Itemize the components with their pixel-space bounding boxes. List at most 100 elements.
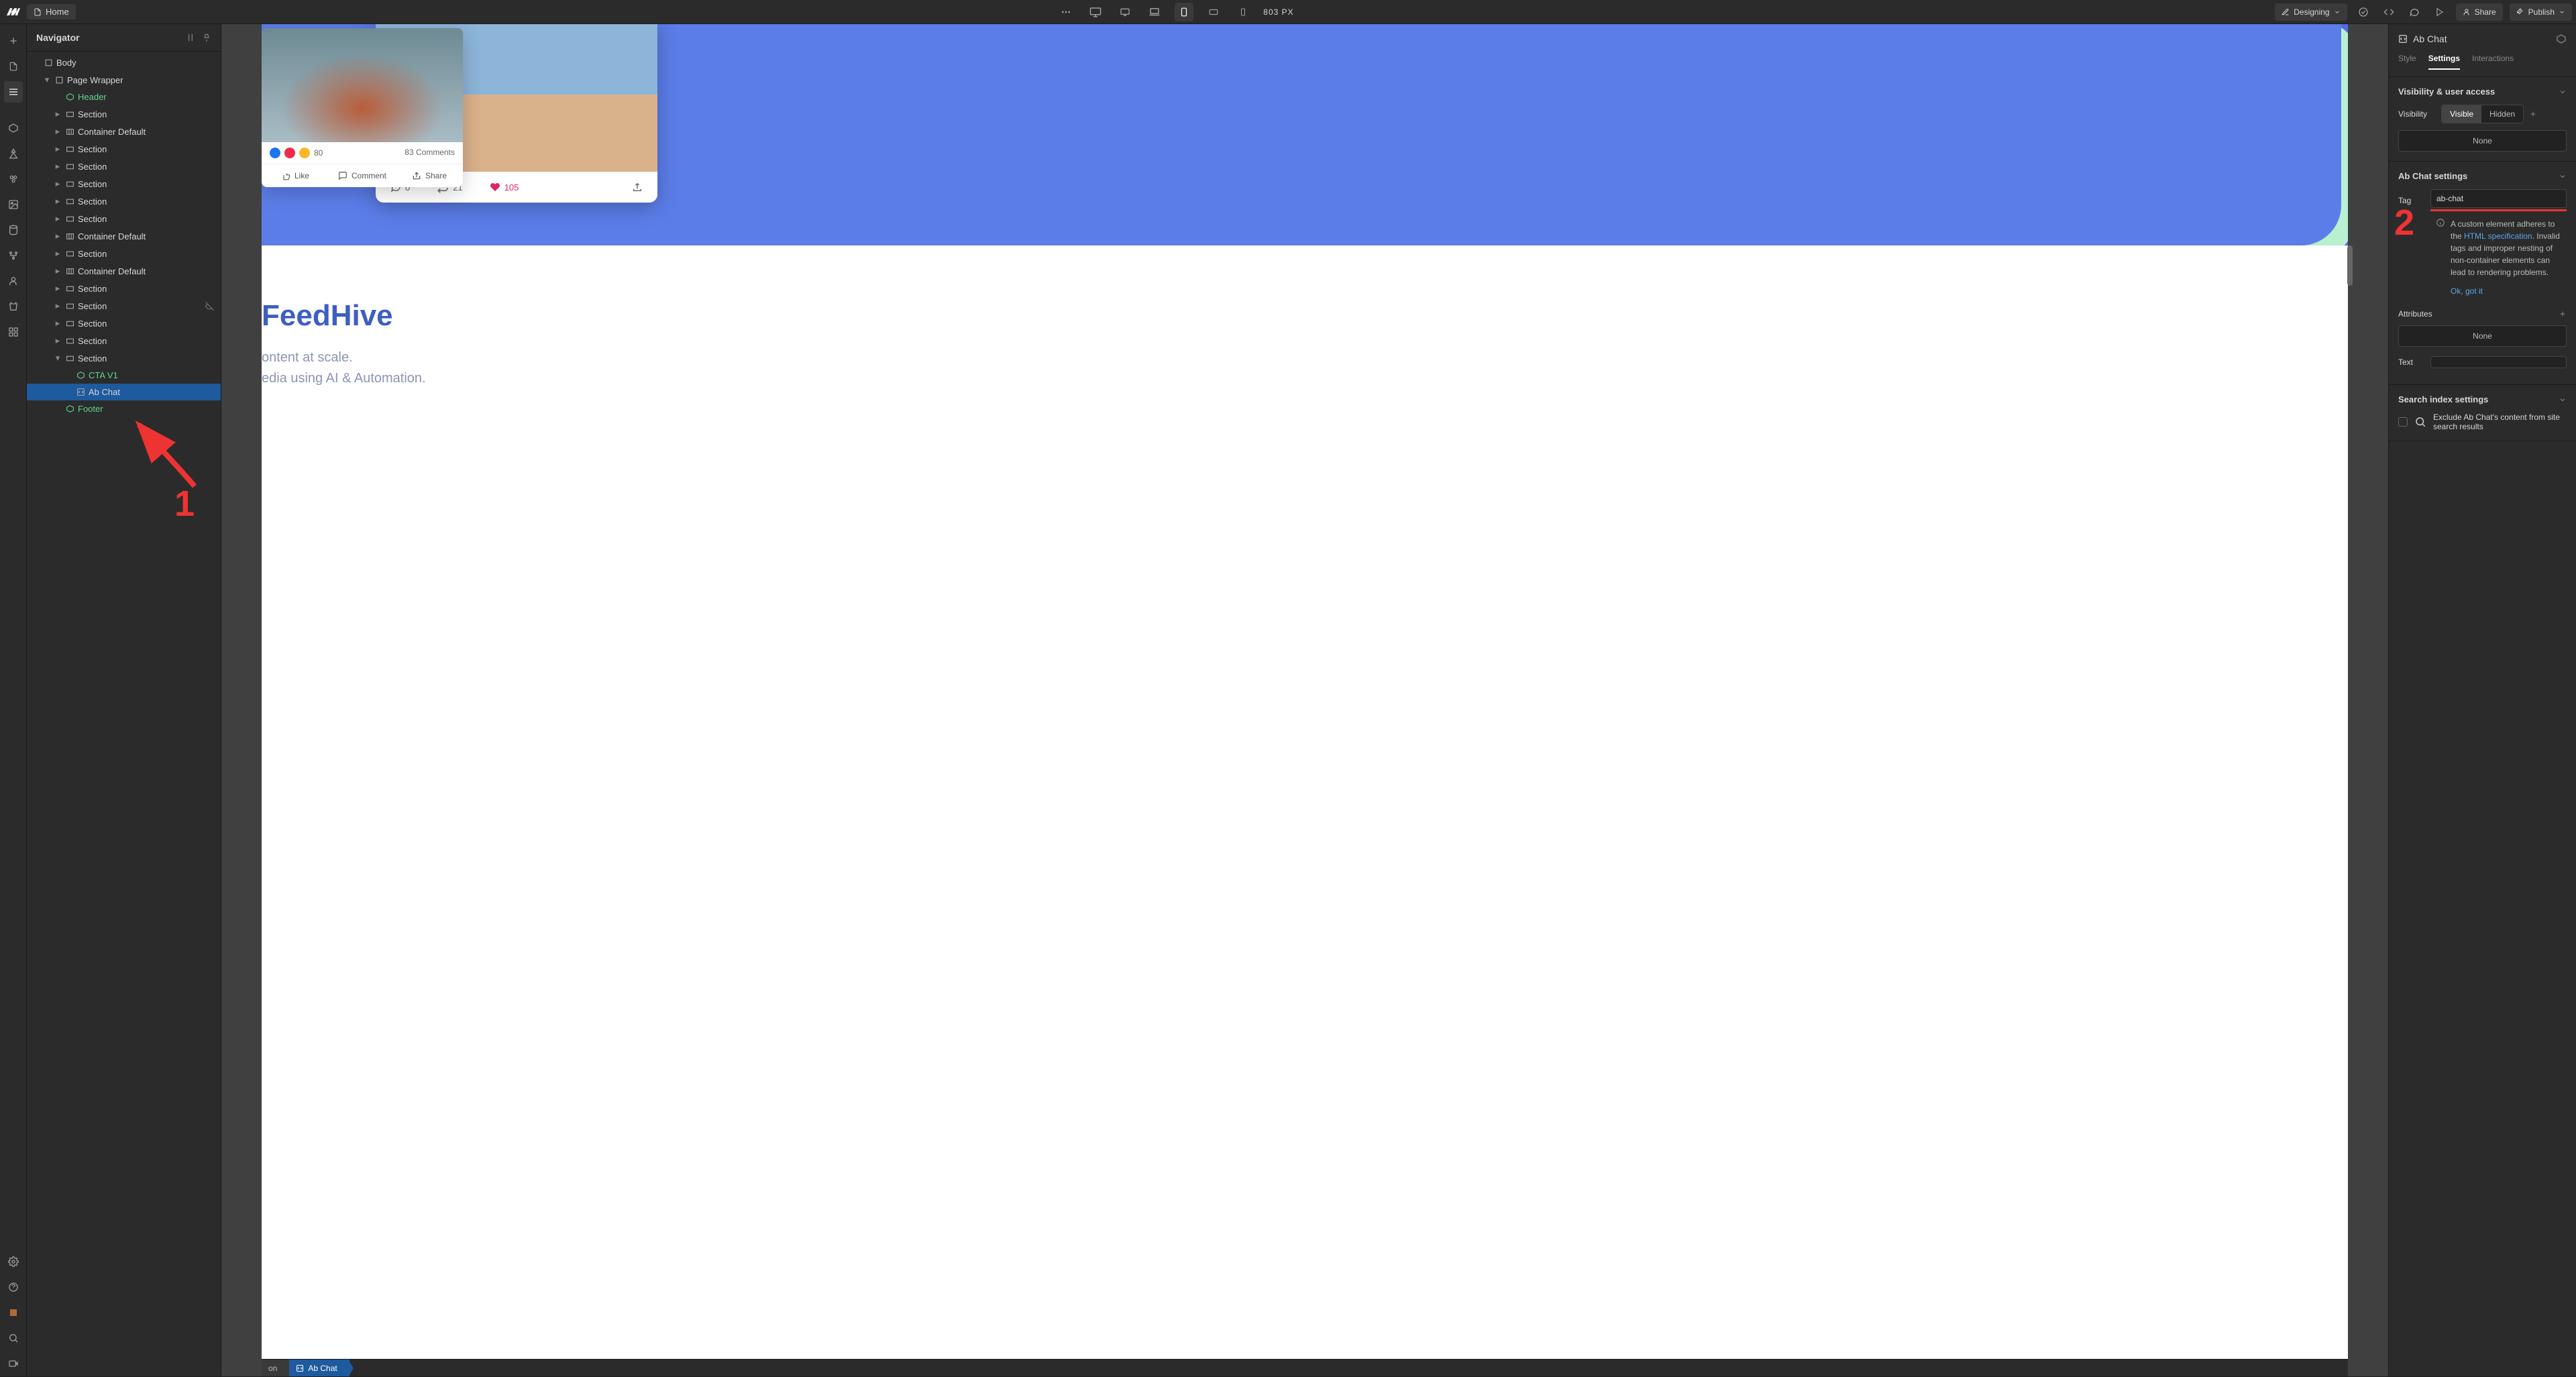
video-icon[interactable] [4, 1353, 23, 1374]
tree-twisty-icon[interactable]: ▸ [54, 248, 62, 259]
tag-input[interactable]: ab-chat [2430, 189, 2567, 208]
tree-twisty-icon[interactable]: ▸ [54, 196, 62, 207]
tree-row[interactable]: ▸ Section [27, 315, 221, 332]
crumb-section[interactable]: on [262, 1360, 289, 1376]
spec-link[interactable]: HTML specification [2464, 231, 2532, 241]
tree-twisty-icon[interactable]: ▸ [54, 318, 62, 329]
breakpoint-size[interactable]: 803 PX [1263, 7, 1293, 17]
visibility-rule[interactable]: None [2398, 130, 2567, 152]
tablet-landscape-icon[interactable] [1204, 3, 1223, 21]
publish-button[interactable]: Publish [2510, 3, 2572, 21]
tree-row[interactable]: ▸Container Default [27, 123, 221, 140]
page-tab[interactable]: Home [27, 4, 76, 19]
comment-icon[interactable] [2405, 3, 2424, 21]
tree-row[interactable]: CTA V1 [27, 367, 221, 384]
help-icon[interactable] [4, 1276, 23, 1298]
tree-twisty-icon[interactable]: ▸ [54, 213, 62, 224]
tree-row[interactable]: ▸Section [27, 175, 221, 192]
tree-twisty-icon[interactable]: ▸ [54, 178, 62, 189]
chevron-down-icon[interactable] [2559, 88, 2567, 96]
tree-row[interactable]: Header [27, 89, 221, 105]
variables-icon[interactable] [4, 143, 23, 164]
tree-row[interactable]: ▸Section [27, 192, 221, 210]
attributes-none[interactable]: None [2398, 325, 2567, 347]
play-icon[interactable] [2430, 3, 2449, 21]
webflow-logo-icon[interactable] [4, 3, 23, 21]
tree-twisty-icon[interactable]: ▸ [54, 126, 62, 137]
tree-row[interactable]: ▸Section [27, 140, 221, 158]
crumb-abchat[interactable]: Ab Chat [289, 1360, 349, 1376]
tree-label: Section [78, 319, 107, 329]
search-icon[interactable] [4, 1327, 23, 1349]
tree-twisty-icon[interactable]: ▸ [54, 335, 62, 346]
mobile-icon[interactable] [1234, 3, 1252, 21]
tree-twisty-icon[interactable]: ▾ [54, 353, 62, 364]
ecommerce-icon[interactable] [4, 296, 23, 317]
tab-style[interactable]: Style [2398, 54, 2416, 70]
settings-gear-icon[interactable] [4, 1251, 23, 1272]
chat-icon [338, 171, 347, 180]
chevron-down-icon[interactable] [2559, 396, 2567, 404]
tab-settings[interactable]: Settings [2428, 54, 2460, 70]
desktop-small-icon[interactable] [1116, 3, 1134, 21]
navigator-tree[interactable]: Body▾Page WrapperHeader ▸ Section ▸Containe… [27, 52, 221, 1376]
canvas-scrollbar[interactable] [2345, 245, 2355, 1345]
tree-twisty-icon[interactable]: ▸ [54, 283, 62, 294]
tree-row[interactable]: ▸Section [27, 158, 221, 175]
pin-icon[interactable] [202, 33, 211, 42]
tab-interactions[interactable]: Interactions [2472, 54, 2514, 70]
tree-row[interactable]: ▸Container Default [27, 262, 221, 280]
tree-sect-icon [64, 284, 75, 293]
tree-twisty-icon[interactable]: ▸ [54, 231, 62, 241]
ellipsis-icon[interactable] [1057, 3, 1075, 21]
audit-icon[interactable] [4, 1302, 23, 1323]
navigator-icon[interactable] [4, 81, 23, 103]
cms-icon[interactable] [4, 219, 23, 241]
styles-icon[interactable] [4, 168, 23, 190]
tree-row[interactable]: Ab Chat [27, 384, 221, 400]
tree-row[interactable]: ▸Container Default [27, 227, 221, 245]
tree-twisty-icon[interactable]: ▸ [54, 109, 62, 119]
add-icon[interactable] [4, 30, 23, 52]
share-button[interactable]: Share [2456, 3, 2503, 21]
exclude-checkbox[interactable] [2398, 417, 2408, 427]
tree-row[interactable]: ▾Section [27, 349, 221, 367]
tree-row[interactable]: ▸Section [27, 332, 221, 349]
tree-twisty-icon[interactable]: ▸ [54, 144, 62, 154]
visibility-toggle[interactable]: Visible Hidden [2441, 105, 2524, 123]
tablet-icon[interactable] [1175, 3, 1193, 21]
desktop-icon[interactable] [1086, 3, 1105, 21]
assets-icon[interactable] [4, 194, 23, 215]
collapse-icon[interactable] [186, 33, 195, 42]
tree-sect-icon [64, 162, 75, 171]
tree-twisty-icon[interactable]: ▾ [43, 74, 51, 85]
laptop-icon[interactable] [1145, 3, 1164, 21]
tree-twisty-icon[interactable]: ▸ [54, 300, 62, 311]
tree-row[interactable]: Body [27, 54, 221, 71]
code-icon[interactable] [2379, 3, 2398, 21]
tree-row[interactable]: ▸Section [27, 245, 221, 262]
tree-row[interactable]: ▸Section [27, 210, 221, 227]
logic-icon[interactable] [4, 245, 23, 266]
component-icon[interactable] [2556, 34, 2567, 44]
tree-row[interactable]: ▸Section [27, 280, 221, 297]
tree-row[interactable]: ▸Section [27, 105, 221, 123]
tree-twisty-icon[interactable]: ▸ [54, 161, 62, 172]
ok-got-it-link[interactable]: Ok, got it [2451, 286, 2483, 296]
chevron-down-icon[interactable] [2559, 172, 2567, 180]
tree-row[interactable]: ▾Page Wrapper [27, 71, 221, 89]
users-icon[interactable] [4, 270, 23, 292]
check-circle-icon[interactable] [2354, 3, 2373, 21]
tree-row[interactable]: ▸Section [27, 297, 221, 315]
design-canvas[interactable]: 80 83 Comments Like Comment [262, 24, 2348, 1359]
pages-icon[interactable] [4, 56, 23, 77]
add-condition-icon[interactable] [2529, 110, 2537, 118]
tree-row[interactable]: Footer [27, 400, 221, 417]
text-input-field[interactable] [2430, 356, 2567, 368]
mode-dropdown[interactable]: Designing [2275, 3, 2347, 21]
hidden-eye-icon[interactable] [205, 302, 214, 311]
tree-twisty-icon[interactable]: ▸ [54, 266, 62, 276]
add-attribute-icon[interactable] [2559, 310, 2567, 318]
components-icon[interactable] [4, 117, 23, 139]
apps-icon[interactable] [4, 321, 23, 343]
